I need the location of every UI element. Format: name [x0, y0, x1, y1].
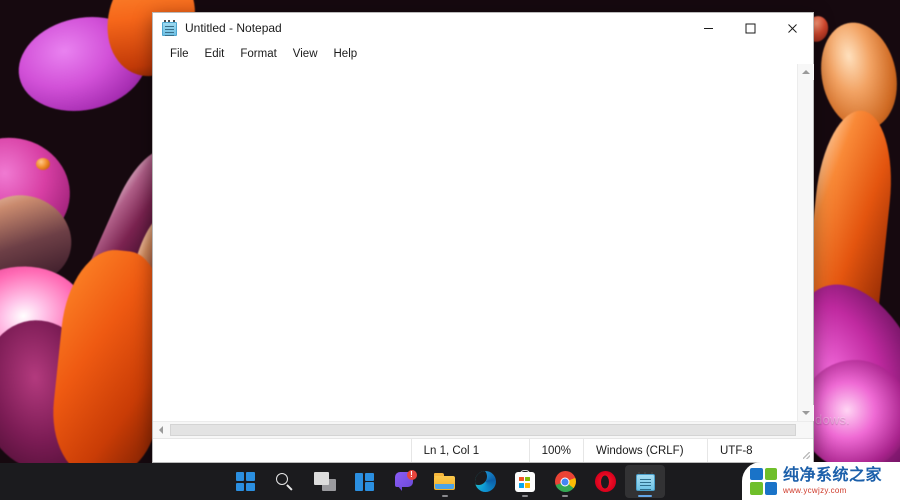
- site-watermark-url: www.ycwjzy.com: [783, 485, 847, 495]
- vertical-scroll-track[interactable]: [798, 80, 813, 405]
- title-bar-left: Untitled - Notepad: [153, 20, 687, 36]
- task-view-icon: [314, 472, 336, 491]
- chrome-icon: [554, 471, 576, 492]
- vertical-scrollbar[interactable]: [797, 64, 814, 421]
- search-icon: [275, 472, 295, 492]
- active-indicator: [638, 495, 652, 497]
- taskbar-item-file-explorer[interactable]: [425, 465, 465, 498]
- resize-grip[interactable]: [799, 439, 813, 462]
- opera-icon: [594, 471, 616, 492]
- window-controls: [687, 13, 813, 43]
- taskbar-item-store[interactable]: [505, 465, 545, 498]
- text-editor[interactable]: [153, 64, 797, 421]
- window-title: Untitled - Notepad: [185, 21, 282, 35]
- windows-start-icon: [235, 472, 255, 491]
- scroll-left-arrow[interactable]: [153, 422, 169, 438]
- notification-badge: !: [406, 470, 417, 480]
- edge-icon: [474, 471, 496, 492]
- store-icon: [515, 469, 535, 492]
- title-bar[interactable]: Untitled - Notepad: [153, 13, 813, 43]
- horizontal-scrollbar[interactable]: [153, 421, 813, 438]
- site-watermark-text: 纯净系统之家 www.ycwjzy.com: [783, 466, 883, 495]
- notepad-icon: [635, 471, 655, 492]
- menu-item-format[interactable]: Format: [233, 46, 283, 62]
- site-watermark-title: 纯净系统之家: [783, 466, 883, 484]
- notepad-icon: [162, 20, 177, 36]
- taskbar-item-search[interactable]: [265, 465, 305, 498]
- site-watermark-logo: [750, 467, 777, 495]
- desktop-screen: Windows. Untitled - Notepad File Edit Fo…: [0, 0, 900, 500]
- scroll-down-arrow[interactable]: [798, 405, 814, 421]
- menu-item-view[interactable]: View: [286, 46, 325, 62]
- taskbar-item-notepad[interactable]: [625, 465, 665, 498]
- horizontal-scroll-track-end: [797, 422, 813, 438]
- minimize-button[interactable]: [687, 13, 729, 43]
- menu-item-edit[interactable]: Edit: [198, 46, 232, 62]
- running-indicator: [522, 495, 528, 497]
- status-bar-spacer: [153, 439, 411, 462]
- taskbar-item-start[interactable]: [225, 465, 265, 498]
- menu-item-help[interactable]: Help: [327, 46, 365, 62]
- menu-bar: File Edit Format View Help: [153, 43, 813, 64]
- status-cursor-position: Ln 1, Col 1: [410, 439, 529, 462]
- chat-icon: !: [394, 470, 417, 491]
- status-line-ending[interactable]: Windows (CRLF): [583, 439, 707, 462]
- taskbar-items: !: [225, 465, 665, 498]
- site-watermark: 纯净系统之家 www.ycwjzy.com: [742, 462, 900, 500]
- taskbar-item-chat[interactable]: !: [385, 465, 425, 498]
- taskbar-item-edge[interactable]: [465, 465, 505, 498]
- taskbar-item-chrome[interactable]: [545, 465, 585, 498]
- wallpaper-blob: [36, 158, 50, 170]
- widgets-icon: [355, 472, 375, 491]
- status-bar: Ln 1, Col 1 100% Windows (CRLF) UTF-8: [153, 438, 813, 462]
- taskbar-item-task-view[interactable]: [305, 465, 345, 498]
- horizontal-scroll-thumb[interactable]: [170, 424, 796, 436]
- status-zoom-level[interactable]: 100%: [528, 439, 583, 462]
- folder-icon: [434, 472, 456, 491]
- taskbar-item-opera[interactable]: [585, 465, 625, 498]
- notepad-window: Untitled - Notepad File Edit Format View…: [152, 12, 814, 463]
- running-indicator: [442, 495, 448, 497]
- scroll-up-arrow[interactable]: [798, 64, 814, 80]
- taskbar-item-widgets[interactable]: [345, 465, 385, 498]
- status-encoding[interactable]: UTF-8: [707, 439, 799, 462]
- running-indicator: [562, 495, 568, 497]
- maximize-button[interactable]: [729, 13, 771, 43]
- menu-item-file[interactable]: File: [163, 46, 196, 62]
- editor-area: [153, 64, 814, 421]
- close-button[interactable]: [771, 13, 813, 43]
